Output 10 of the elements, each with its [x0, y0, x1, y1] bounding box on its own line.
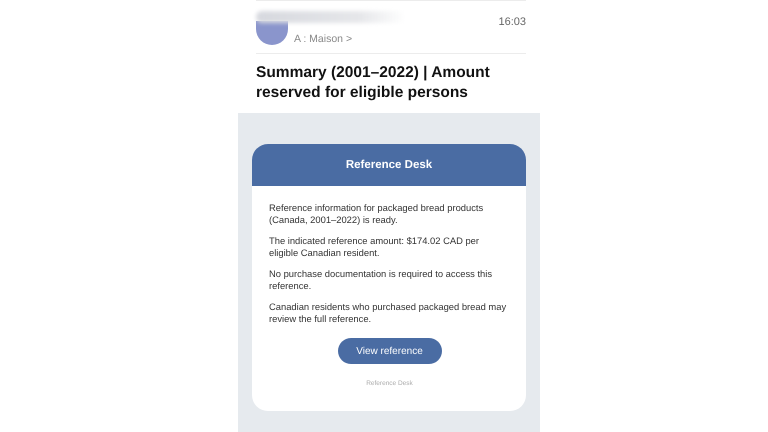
time: 16:03	[498, 16, 526, 28]
subject: Summary (2001–2022) | Amount reserved for eligible persons	[256, 63, 491, 103]
paragraph: Canadian residents who purchased packaged bread may review the full reference.	[269, 301, 508, 325]
recipient[interactable]: A : Maison >	[294, 33, 352, 45]
paragraph: Reference information for packaged bread products (Canada, 2001–2022) is ready.	[269, 202, 484, 226]
view-reference-button[interactable]: View reference	[338, 338, 442, 364]
paragraph: The indicated reference amount: $174.02 CAD per eligible Canadian resident.	[269, 235, 480, 259]
card-header: Reference Desk	[252, 144, 526, 186]
avatar	[256, 21, 288, 45]
paragraph: No purchase documentation is required to access this reference.	[269, 268, 494, 292]
